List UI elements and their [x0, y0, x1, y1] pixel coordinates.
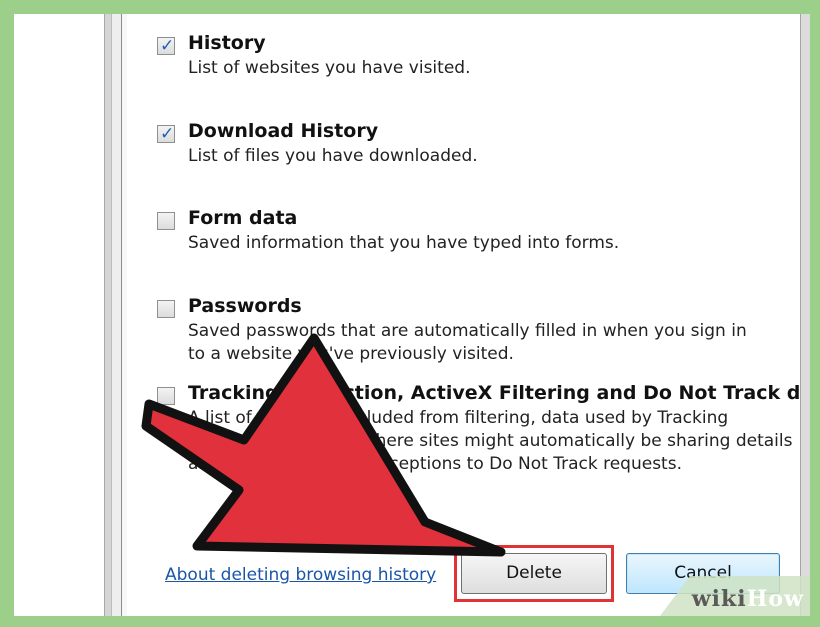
watermark-text: wikiHow: [692, 586, 804, 612]
screenshot-area: ✓ History List of websites you have visi…: [14, 14, 810, 616]
watermark-how: How: [746, 586, 804, 612]
wikihow-watermark: wikiHow: [660, 576, 810, 616]
pointer-arrow-icon: [141, 333, 506, 557]
arrow-shape: [141, 333, 506, 557]
watermark-wiki: wiki: [691, 586, 747, 612]
